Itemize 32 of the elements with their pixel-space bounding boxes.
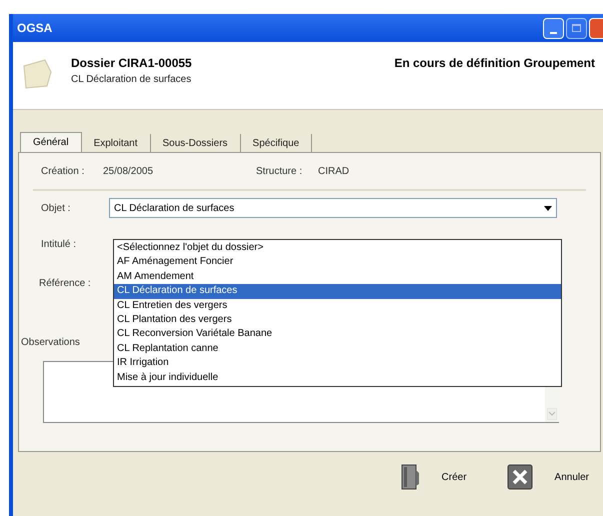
- dropdown-option[interactable]: Mise à jour individuelle: [114, 370, 561, 386]
- tab[interactable]: Général: [20, 132, 82, 152]
- dropdown-option[interactable]: CL Entretien des vergers: [114, 298, 561, 314]
- dropdown-option[interactable]: AM Amendement: [114, 270, 561, 284]
- dropdown-option[interactable]: <Sélectionnez l'objet du dossier>: [114, 241, 561, 256]
- intitule-label: Intitulé :: [41, 238, 76, 252]
- maximize-button[interactable]: [566, 18, 587, 38]
- reference-label: Référence :: [39, 277, 91, 291]
- document-icon: [400, 464, 420, 490]
- status-text: En cours de définition Groupement: [394, 55, 595, 72]
- objet-label: Objet :: [41, 202, 72, 216]
- close-icon: [506, 464, 533, 490]
- creation-value: 25/08/2005: [103, 164, 154, 178]
- cancel-button[interactable]: Annuler: [506, 464, 589, 490]
- structure-label: Structure :: [256, 164, 304, 178]
- window-title: OGSA: [17, 20, 52, 37]
- dossier-title: Dossier CIRA1-00055: [71, 55, 192, 72]
- creation-label: Création :: [41, 164, 86, 178]
- objet-dropdown[interactable]: CL Déclaration de surfaces: [109, 198, 557, 218]
- dropdown-option[interactable]: CL Plantation des vergers: [114, 313, 561, 328]
- create-button[interactable]: Créer: [400, 464, 467, 490]
- dropdown-option[interactable]: CL Reconversion Variétale Banane: [114, 327, 561, 342]
- dropdown-option[interactable]: CL Replantation canne: [114, 342, 561, 356]
- dossier-subtitle: CL Déclaration de surfaces: [71, 73, 192, 87]
- structure-value: CIRAD: [318, 164, 350, 178]
- observations-label: Observations: [21, 337, 80, 348]
- dropdown-option[interactable]: IR Irrigation: [114, 356, 561, 371]
- dropdown-option[interactable]: CL Déclaration de surfaces: [114, 284, 561, 299]
- dropdown-arrow-icon: [544, 206, 552, 210]
- close-button[interactable]: [589, 18, 603, 38]
- dropdown-option[interactable]: AF Aménagement Foncier: [114, 255, 561, 270]
- minimize-button[interactable]: [543, 18, 564, 38]
